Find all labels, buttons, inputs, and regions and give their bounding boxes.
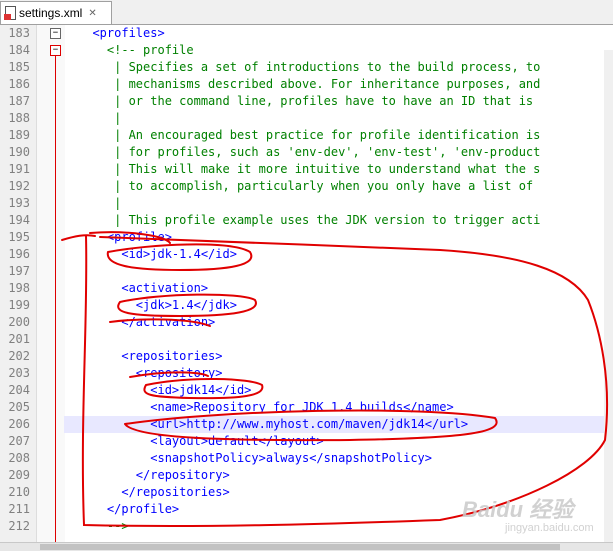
line-number: 205 <box>8 400 30 414</box>
line-text: | This will make it more intuitive to un… <box>78 162 541 176</box>
watermark-logo: Baidu 经验 <box>462 497 574 522</box>
code-line[interactable]: 191 | This will make it more intuitive t… <box>0 161 613 178</box>
fold-toggle-icon[interactable]: − <box>50 28 61 39</box>
vertical-scrollbar[interactable] <box>604 50 613 542</box>
line-text: <repositories> <box>78 349 223 363</box>
line-number: 199 <box>8 298 30 312</box>
code-line[interactable]: 185 | Specifies a set of introductions t… <box>0 59 613 76</box>
line-text: <repository> <box>78 366 223 380</box>
line-number: 198 <box>8 281 30 295</box>
code-lines[interactable]: 183 − <profiles> 184 − <!-- profile 185 | Sp… <box>0 25 613 535</box>
file-icon <box>4 6 16 20</box>
code-line[interactable]: 202 <repositories> <box>0 348 613 365</box>
line-text: </activation> <box>78 315 216 329</box>
line-text: <!-- profile <box>78 43 194 57</box>
line-text: <id>jdk-1.4</id> <box>78 247 237 261</box>
code-line[interactable]: 190 | for profiles, such as 'env-dev', '… <box>0 144 613 161</box>
line-number: 189 <box>8 128 30 142</box>
code-line[interactable]: 183 − <profiles> <box>0 25 613 42</box>
scrollbar-thumb[interactable] <box>40 544 560 550</box>
code-line[interactable]: 200 </activation> <box>0 314 613 331</box>
line-number: 208 <box>8 451 30 465</box>
line-number: 197 <box>8 264 30 278</box>
code-editor[interactable]: 183 − <profiles> 184 − <!-- profile 185 | Sp… <box>0 25 613 542</box>
code-line[interactable]: 207 <layout>default</layout> <box>0 433 613 450</box>
tab-settings-xml[interactable]: settings.xml ✕ <box>0 1 112 24</box>
line-number: 211 <box>8 502 30 516</box>
code-line[interactable]: 189 | An encouraged best practice for pr… <box>0 127 613 144</box>
line-text: </repository> <box>78 468 230 482</box>
line-text: <profile> <box>78 230 172 244</box>
line-number: 196 <box>8 247 30 261</box>
code-line[interactable]: 196 <id>jdk-1.4</id> <box>0 246 613 263</box>
line-text: | An encouraged best practice for profil… <box>78 128 541 142</box>
line-number: 209 <box>8 468 30 482</box>
code-line[interactable]: 204 <id>jdk14</id> <box>0 382 613 399</box>
code-line[interactable]: 203 <repository> <box>0 365 613 382</box>
line-number: 204 <box>8 383 30 397</box>
line-text: | to accomplish, particularly when you o… <box>78 179 534 193</box>
line-text: <url>http://www.myhost.com/maven/jdk14</… <box>64 416 613 433</box>
line-text: <activation> <box>78 281 209 295</box>
close-icon[interactable]: ✕ <box>88 8 96 19</box>
line-text: | mechanisms described above. For inheri… <box>78 77 541 91</box>
line-text: <profiles> <box>78 26 165 40</box>
code-line[interactable]: 184 − <!-- profile <box>0 42 613 59</box>
code-line[interactable]: 198 <activation> <box>0 280 613 297</box>
line-text: <snapshotPolicy>always</snapshotPolicy> <box>78 451 433 465</box>
line-number: 207 <box>8 434 30 448</box>
line-text: | <box>78 111 122 125</box>
line-text: | This profile example uses the JDK vers… <box>78 213 541 227</box>
line-text: | <box>78 196 122 210</box>
code-line[interactable]: 208 <snapshotPolicy>always</snapshotPoli… <box>0 450 613 467</box>
line-number: 212 <box>8 519 30 533</box>
line-number: 183 <box>8 26 30 40</box>
line-text: | for profiles, such as 'env-dev', 'env-… <box>78 145 541 159</box>
line-number: 192 <box>8 179 30 193</box>
line-number: 202 <box>8 349 30 363</box>
code-line[interactable]: 209 </repository> <box>0 467 613 484</box>
line-number: 187 <box>8 94 30 108</box>
code-line[interactable]: 195 <profile> <box>0 229 613 246</box>
line-number: 186 <box>8 77 30 91</box>
code-line[interactable]: 201 <box>0 331 613 348</box>
line-text: <layout>default</layout> <box>78 434 324 448</box>
code-line[interactable]: 192 | to accomplish, particularly when y… <box>0 178 613 195</box>
watermark-url: jingyan.baidu.com <box>505 522 594 534</box>
line-text: <jdk>1.4</jdk> <box>78 298 237 312</box>
line-number: 201 <box>8 332 30 346</box>
tab-label: settings.xml <box>19 6 83 20</box>
code-line[interactable]: 187 | or the command line, profiles have… <box>0 93 613 110</box>
line-number: 206 <box>8 417 30 431</box>
line-text: | or the command line, profiles have to … <box>78 94 534 108</box>
fold-toggle-icon[interactable]: − <box>50 45 61 56</box>
code-line[interactable]: 193 | <box>0 195 613 212</box>
code-line[interactable]: 206 <url>http://www.myhost.com/maven/jdk… <box>0 416 613 433</box>
code-line[interactable]: 199 <jdk>1.4</jdk> <box>0 297 613 314</box>
line-number: 185 <box>8 60 30 74</box>
tab-bar: settings.xml ✕ <box>0 0 613 25</box>
line-number: 200 <box>8 315 30 329</box>
code-line[interactable]: 197 <box>0 263 613 280</box>
code-line[interactable]: 188 | <box>0 110 613 127</box>
line-number: 188 <box>8 111 30 125</box>
line-text: <name>Repository for JDK 1.4 builds</nam… <box>78 400 454 414</box>
line-text: <id>jdk14</id> <box>78 383 252 397</box>
line-number: 195 <box>8 230 30 244</box>
code-line[interactable]: 205 <name>Repository for JDK 1.4 builds<… <box>0 399 613 416</box>
line-number: 210 <box>8 485 30 499</box>
code-line[interactable]: 194 | This profile example uses the JDK … <box>0 212 613 229</box>
code-line[interactable]: 186 | mechanisms described above. For in… <box>0 76 613 93</box>
line-number: 194 <box>8 213 30 227</box>
line-number: 191 <box>8 162 30 176</box>
line-number: 203 <box>8 366 30 380</box>
line-number: 190 <box>8 145 30 159</box>
line-number: 193 <box>8 196 30 210</box>
line-number: 184 <box>8 43 30 57</box>
line-text: | Specifies a set of introductions to th… <box>78 60 541 74</box>
